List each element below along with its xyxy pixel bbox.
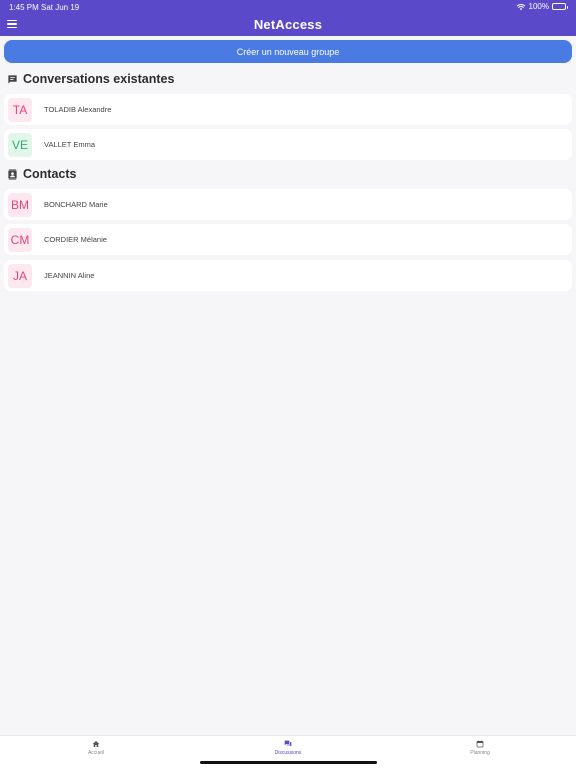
wifi-icon [516,3,525,10]
tab-label: Discussions [274,750,302,756]
tab-accueil[interactable]: Accueil [66,740,126,756]
chat-bubble-icon [8,74,17,84]
home-icon [92,741,100,747]
status-date: Sat Jun 19 [41,3,80,12]
app-header: 1:45 PM Sat Jun 19 100% NetAccess [0,0,576,36]
conversations-title: Conversations existantes [23,72,175,86]
calendar-icon [476,740,484,748]
home-indicator [200,761,377,764]
contact-item[interactable]: JA JEANNIN Aline [4,260,572,291]
contact-name: TOLADIB Alexandre [44,105,112,114]
avatar: VE [8,132,32,157]
tab-label: Accueil [87,750,105,756]
conversation-item[interactable]: TA TOLADIB Alexandre [4,94,572,125]
status-time: 1:45 PM [9,3,39,12]
tab-planning[interactable]: Planning [450,740,510,756]
app-title: NetAccess [253,17,323,32]
avatar: JA [8,263,32,288]
status-indicators: 100% [516,2,568,11]
avatar: CM [8,227,32,252]
contact-name: JEANNIN Aline [44,271,95,280]
battery-percent: 100% [528,2,549,11]
contacts-section-title: Contacts [7,167,76,181]
tab-label: Planning [470,750,490,756]
contact-item[interactable]: BM BONCHARD Marie [4,189,572,220]
contact-name: CORDIER Mélanie [44,235,107,244]
conversation-item[interactable]: VE VALLET Emma [4,129,572,160]
contacts-icon [8,168,17,180]
create-group-button[interactable]: Créer un nouveau groupe [4,40,572,63]
contacts-title: Contacts [23,167,77,181]
avatar: TA [8,97,32,122]
contact-name: BONCHARD Marie [44,200,108,209]
tab-discussions[interactable]: Discussions [258,740,318,756]
chat-icon [284,740,292,747]
battery-icon [552,3,568,10]
contact-name: VALLET Emma [44,140,95,149]
contact-item[interactable]: CM CORDIER Mélanie [4,224,572,255]
conversations-section-title: Conversations existantes [7,72,174,86]
avatar: BM [8,192,32,217]
